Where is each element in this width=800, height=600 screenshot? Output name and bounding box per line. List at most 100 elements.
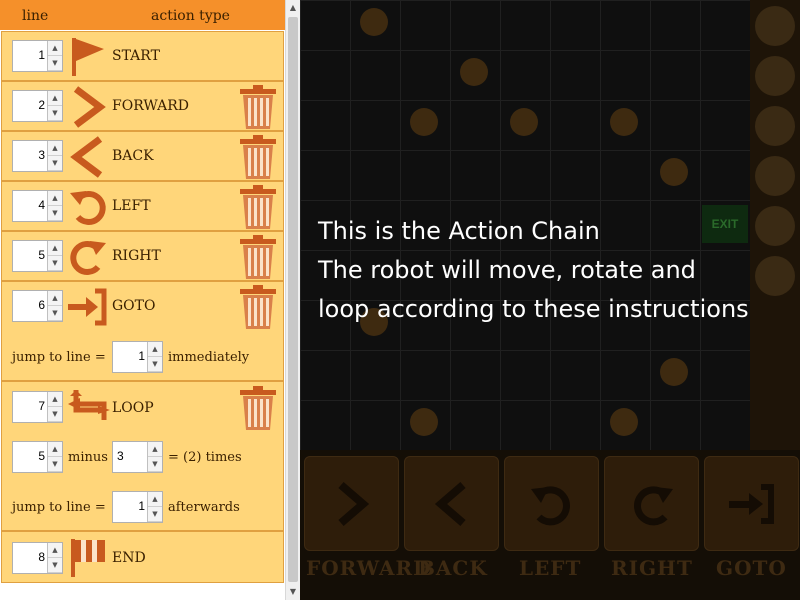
- loop-when-label: afterwards: [168, 500, 240, 515]
- jump-value: 1: [138, 499, 145, 513]
- palette-right-button[interactable]: [604, 456, 699, 551]
- trash-icon[interactable]: [237, 185, 279, 229]
- spin-up-button[interactable]: ▲: [148, 342, 162, 357]
- spin-down-button[interactable]: ▼: [48, 256, 62, 271]
- action-row-goto[interactable]: 6 ▲ ▼ GOTO jump to line = 1 ▲ ▼ immediatel…: [1, 281, 284, 381]
- coin-icon: [410, 108, 438, 136]
- palette-goto-button[interactable]: [704, 456, 799, 551]
- loop-jump-spinner[interactable]: 1 ▲ ▼: [112, 491, 163, 523]
- line-number-spinner[interactable]: 8 ▲ ▼: [12, 542, 63, 574]
- minus-label: minus: [68, 450, 108, 465]
- forward-chevron-icon: [73, 86, 106, 128]
- jump-value: 1: [138, 349, 145, 363]
- spin-down-button[interactable]: ▼: [48, 407, 62, 422]
- action-row-end[interactable]: 8 ▲ ▼ END: [1, 531, 284, 583]
- spin-down-button[interactable]: ▼: [48, 106, 62, 121]
- spin-up-button[interactable]: ▲: [48, 442, 62, 457]
- line-number: 3: [38, 148, 45, 162]
- spin-up-button[interactable]: ▲: [48, 291, 62, 306]
- spin-down-button[interactable]: ▼: [48, 558, 62, 573]
- rotate-left-icon: [70, 190, 106, 225]
- loop-count-spinner[interactable]: 5 ▲ ▼: [12, 441, 63, 473]
- line-number: 4: [38, 198, 45, 212]
- action-label: LOOP: [112, 400, 154, 416]
- action-label: BACK: [112, 148, 154, 164]
- spin-up-button[interactable]: ▲: [48, 191, 62, 206]
- loop-count-value: 5: [38, 449, 45, 463]
- goto-when-label: immediately: [168, 350, 250, 365]
- goto-arrow-icon: [729, 484, 774, 524]
- rotate-left-icon: [531, 486, 570, 526]
- panel-header: line action type: [0, 0, 285, 30]
- end-flag-icon: [71, 539, 105, 577]
- palette-label: LEFT: [519, 556, 582, 580]
- line-number-spinner[interactable]: 7 ▲ ▼: [12, 391, 63, 423]
- line-number-spinner[interactable]: 3 ▲ ▼: [12, 140, 63, 172]
- spin-up-button[interactable]: ▲: [48, 41, 62, 56]
- action-row-loop[interactable]: 7 ▲ ▼ LOOP 5 ▲ ▼ minus 3 ▲ ▼ = (2) times…: [1, 381, 284, 531]
- spin-up-button[interactable]: ▲: [48, 543, 62, 558]
- line-number: 1: [38, 48, 45, 62]
- coin-icon: [360, 8, 388, 36]
- spin-down-button[interactable]: ▼: [148, 457, 162, 472]
- line-number-spinner[interactable]: 5 ▲ ▼: [12, 240, 63, 272]
- coin-icon: [660, 158, 688, 186]
- overlay-line-2: The robot will move, rotate and: [318, 256, 696, 284]
- palette-label: BACK: [418, 556, 488, 580]
- action-row-start[interactable]: 1 ▲ ▼ START: [1, 31, 284, 81]
- spin-down-button[interactable]: ▼: [48, 306, 62, 321]
- spin-down-button[interactable]: ▼: [48, 156, 62, 171]
- coin-icon: [460, 58, 488, 86]
- line-number: 5: [38, 248, 45, 262]
- menu-icon[interactable]: [755, 6, 795, 46]
- spin-up-button[interactable]: ▲: [148, 442, 162, 457]
- coin-icon: [660, 358, 688, 386]
- coin-icon: [610, 408, 638, 436]
- panel-scrollbar[interactable]: ▲ ▼: [285, 0, 300, 600]
- times-label: = (2) times: [168, 450, 242, 465]
- scroll-thumb[interactable]: [288, 17, 298, 582]
- overlay-line-1: This is the Action Chain: [318, 217, 600, 245]
- action-row-left[interactable]: 4 ▲ ▼ LEFT: [1, 181, 284, 231]
- goto-jump-spinner[interactable]: 1 ▲ ▼: [112, 341, 163, 373]
- palette-label: GOTO: [716, 556, 787, 580]
- play-icon[interactable]: [755, 56, 795, 96]
- scroll-down-arrow-icon[interactable]: ▼: [286, 584, 300, 600]
- line-column-header: line: [22, 8, 49, 24]
- spin-down-button[interactable]: ▼: [148, 507, 162, 522]
- trash-icon[interactable]: [237, 386, 279, 430]
- spin-up-button[interactable]: ▲: [48, 392, 62, 407]
- action-row-back[interactable]: 3 ▲ ▼ BACK: [1, 131, 284, 181]
- action-label: GOTO: [112, 298, 156, 314]
- trash-icon[interactable]: [237, 135, 279, 179]
- spin-up-button[interactable]: ▲: [48, 141, 62, 156]
- trash-icon[interactable]: [237, 235, 279, 279]
- loop-icon: [68, 390, 110, 420]
- palette-forward-button[interactable]: [304, 456, 399, 551]
- coin-icon: [610, 108, 638, 136]
- action-chain-panel: line action type 1 ▲ ▼ START 2 ▲ ▼ FORWARD: [0, 0, 300, 600]
- spin-down-button[interactable]: ▼: [148, 357, 162, 372]
- line-number-spinner[interactable]: 6 ▲ ▼: [12, 290, 63, 322]
- spin-up-button[interactable]: ▲: [48, 91, 62, 106]
- line-number-spinner[interactable]: 4 ▲ ▼: [12, 190, 63, 222]
- spin-up-button[interactable]: ▲: [148, 492, 162, 507]
- scroll-up-arrow-icon[interactable]: ▲: [286, 0, 300, 16]
- spin-up-button[interactable]: ▲: [48, 241, 62, 256]
- action-row-forward[interactable]: 2 ▲ ▼ FORWARD: [1, 81, 284, 131]
- spin-down-button[interactable]: ▼: [48, 457, 62, 472]
- action-type-column-header: action type: [151, 8, 230, 24]
- palette-back-button[interactable]: [404, 456, 499, 551]
- trash-icon[interactable]: [237, 285, 279, 329]
- action-label: LEFT: [112, 198, 151, 214]
- line-number-spinner[interactable]: 2 ▲ ▼: [12, 90, 63, 122]
- spin-down-button[interactable]: ▼: [48, 206, 62, 221]
- loop-minus-spinner[interactable]: 3 ▲ ▼: [112, 441, 163, 473]
- spin-down-button[interactable]: ▼: [48, 56, 62, 71]
- trash-icon[interactable]: [237, 85, 279, 129]
- line-number-spinner[interactable]: 1 ▲ ▼: [12, 40, 63, 72]
- rewind-icon[interactable]: [755, 106, 795, 146]
- action-row-right[interactable]: 5 ▲ ▼ RIGHT: [1, 231, 284, 281]
- info-icon[interactable]: [755, 156, 795, 196]
- palette-left-button[interactable]: [504, 456, 599, 551]
